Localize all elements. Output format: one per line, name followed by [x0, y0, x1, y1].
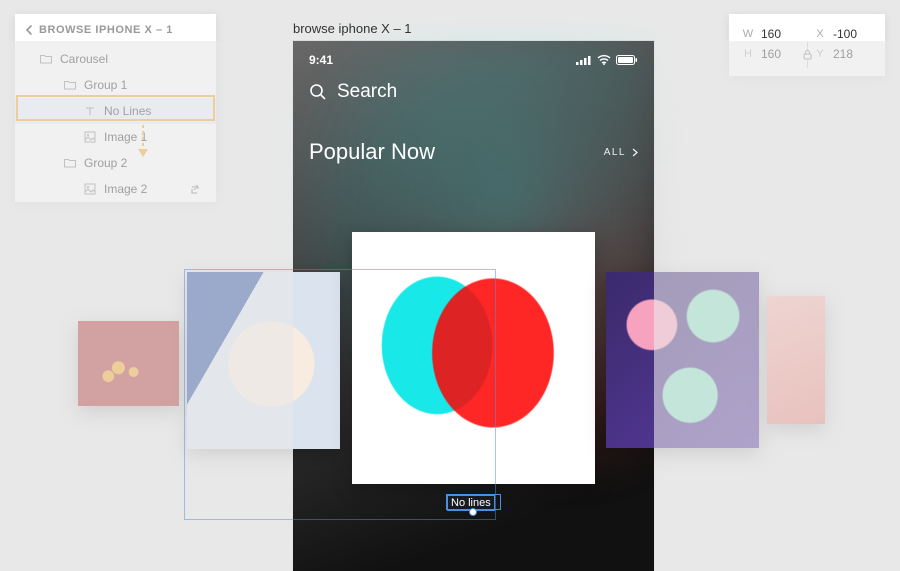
text-icon	[83, 104, 97, 118]
all-link[interactable]: ALL	[604, 147, 638, 158]
carousel-thumb-2[interactable]	[187, 272, 340, 449]
signal-icon	[576, 55, 592, 65]
layer-label: Carousel	[60, 52, 208, 66]
aspect-lock[interactable]	[803, 42, 812, 68]
chevron-right-icon	[632, 148, 638, 157]
prop-key-x: X	[813, 28, 827, 40]
carousel-thumb-3[interactable]	[606, 272, 759, 448]
prop-y[interactable]: Y 218	[813, 47, 873, 61]
battery-icon	[616, 55, 638, 65]
chevron-left-icon	[25, 25, 33, 35]
prop-key-y: Y	[813, 48, 827, 60]
lock-icon	[803, 50, 812, 60]
prop-height[interactable]: H 160	[741, 47, 801, 61]
wifi-icon	[597, 55, 611, 65]
prop-val-w: 160	[755, 27, 801, 41]
layer-no-lines[interactable]: No Lines	[15, 98, 216, 124]
search-field[interactable]: Search	[293, 67, 654, 103]
properties-panel: W 160 X -100 H 160 Y 218	[729, 14, 885, 76]
folder-icon	[39, 52, 53, 66]
layer-label: Image 2	[104, 182, 181, 196]
carousel-thumb-main[interactable]	[352, 232, 595, 484]
layer-carousel[interactable]: Carousel	[15, 46, 216, 72]
prop-key-h: H	[741, 48, 755, 60]
layer-label: No Lines	[104, 104, 208, 118]
all-label: ALL	[604, 147, 626, 158]
popular-heading: Popular Now	[309, 139, 435, 165]
prop-val-y: 218	[827, 47, 873, 61]
carousel-thumb-4[interactable]	[767, 296, 825, 424]
search-icon	[309, 83, 327, 101]
image-icon	[83, 182, 97, 196]
layer-image-1[interactable]: Image 1	[15, 124, 216, 150]
drag-arrow-icon	[136, 125, 150, 159]
layer-group-2[interactable]: Group 2	[15, 150, 216, 176]
status-time: 9:41	[309, 53, 333, 67]
search-placeholder: Search	[337, 81, 397, 103]
prop-key-w: W	[741, 28, 755, 40]
layer-label: Group 1	[84, 78, 208, 92]
prop-val-h: 160	[755, 47, 801, 61]
layers-panel-header[interactable]: BROWSE IPHONE X – 1	[15, 14, 216, 46]
external-link-icon[interactable]	[187, 182, 201, 196]
status-bar: 9:41	[293, 41, 654, 67]
artboard-title[interactable]: browse iphone X – 1	[293, 21, 412, 36]
layer-image-2[interactable]: Image 2	[15, 176, 216, 202]
carousel-thumb-1[interactable]	[78, 321, 179, 406]
image-icon	[83, 130, 97, 144]
prop-x[interactable]: X -100	[813, 27, 873, 41]
selection-handle[interactable]	[469, 508, 477, 516]
layers-panel: BROWSE IPHONE X – 1 Carousel Group 1 No …	[15, 14, 216, 202]
layer-group-1[interactable]: Group 1	[15, 72, 216, 98]
folder-icon	[63, 156, 77, 170]
folder-icon	[63, 78, 77, 92]
prop-val-x: -100	[827, 27, 873, 41]
layers-header-label: BROWSE IPHONE X – 1	[39, 24, 173, 36]
layer-label: Image 1	[104, 130, 208, 144]
prop-width[interactable]: W 160	[741, 27, 801, 41]
